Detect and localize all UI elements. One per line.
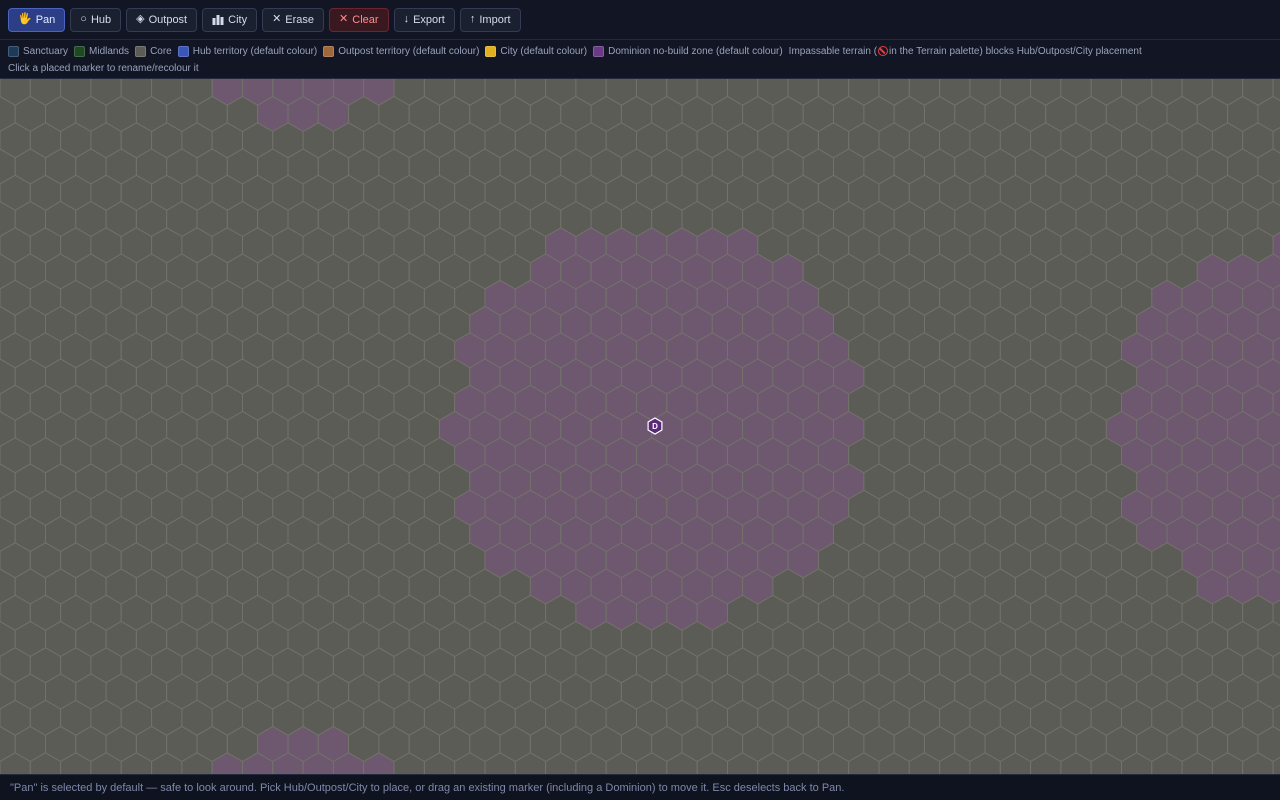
legend-label: Core [150, 45, 172, 57]
swatch [485, 45, 497, 57]
swatch [593, 45, 605, 57]
swatch [323, 45, 335, 57]
outpost-button-label: Outpost [148, 13, 188, 26]
circle-icon: ○ [80, 13, 87, 25]
legend-item-core: Core [135, 45, 172, 57]
city-button[interactable]: City [202, 7, 258, 32]
x-icon: ✕ [272, 13, 282, 25]
erase-button-label: Erase [285, 13, 315, 26]
legend-label: Dominion no-build zone (default colour) [608, 45, 783, 57]
hint-text: Click a placed marker to rename/recolour… [8, 62, 199, 74]
export-button-label: Export [413, 13, 445, 26]
dominion-marker-letter: D [652, 422, 658, 431]
legend-item-sanctuary: Sanctuary [8, 45, 69, 57]
impassable-prefix: Impassable terrain ( [788, 45, 878, 57]
hand-icon: 🖐 [18, 13, 32, 25]
clear-button-label: Clear [352, 13, 379, 26]
swatch [177, 45, 189, 57]
legend-item-outpost-territory: Outpost territory (default colour) [323, 45, 480, 57]
x-icon: ✕ [339, 13, 349, 25]
swatch [135, 45, 147, 57]
legend-item-city: City (default colour) [485, 45, 588, 57]
clear-button[interactable]: ✕ Clear [329, 7, 389, 32]
export-button[interactable]: ↓ Export [393, 7, 455, 32]
hex-map[interactable]: D [0, 79, 1280, 774]
legend-hint: Click a placed marker to rename/recolour… [8, 61, 1272, 75]
legend: Sanctuary Midlands Core Hub territory (d… [0, 40, 1280, 79]
legend-label: Hub territory (default colour) [192, 45, 318, 57]
legend-label: Outpost territory (default colour) [338, 45, 480, 57]
erase-button[interactable]: ✕ Erase [262, 7, 325, 32]
legend-impassable-note: Impassable terrain ( in the Terrain pale… [789, 46, 1142, 57]
no-entry-icon [878, 46, 889, 56]
legend-item-dominion-zone: Dominion no-build zone (default colour) [593, 45, 783, 57]
outpost-button[interactable]: ◈ Outpost [126, 7, 198, 32]
status-bar: "Pan" is selected by default — safe to l… [0, 774, 1280, 800]
arrow-down-icon: ↓ [403, 13, 410, 25]
legend-label: Sanctuary [23, 45, 69, 57]
diamond-icon: ◈ [136, 13, 145, 25]
legend-item-midlands: Midlands [74, 45, 130, 57]
dominion-marker-icon[interactable]: D [647, 417, 663, 435]
legend-label: Midlands [89, 45, 130, 57]
toolbar: 🖐 Pan ○ Hub ◈ Outpost City ✕ Erase ✕ Cle… [0, 0, 1280, 40]
city-icon [212, 14, 224, 25]
hub-button-label: Hub [90, 13, 112, 26]
legend-label: City (default colour) [500, 45, 588, 57]
import-button-label: Import [479, 13, 511, 26]
impassable-suffix: in the Terrain palette) blocks Hub/Outpo… [889, 45, 1142, 57]
pan-button-label: Pan [35, 13, 56, 26]
swatch [74, 45, 86, 57]
arrow-up-icon: ↑ [469, 13, 476, 25]
pan-button[interactable]: 🖐 Pan [8, 7, 66, 32]
legend-item-hub-territory: Hub territory (default colour) [177, 45, 318, 57]
city-button-label: City [228, 13, 248, 26]
hex-grid[interactable]: D [0, 79, 1280, 774]
swatch [8, 45, 19, 57]
import-button[interactable]: ↑ Import [459, 7, 521, 32]
hub-button[interactable]: ○ Hub [70, 7, 122, 32]
legend-row: Sanctuary Midlands Core Hub territory (d… [8, 44, 1272, 58]
status-text: "Pan" is selected by default — safe to l… [10, 781, 845, 794]
